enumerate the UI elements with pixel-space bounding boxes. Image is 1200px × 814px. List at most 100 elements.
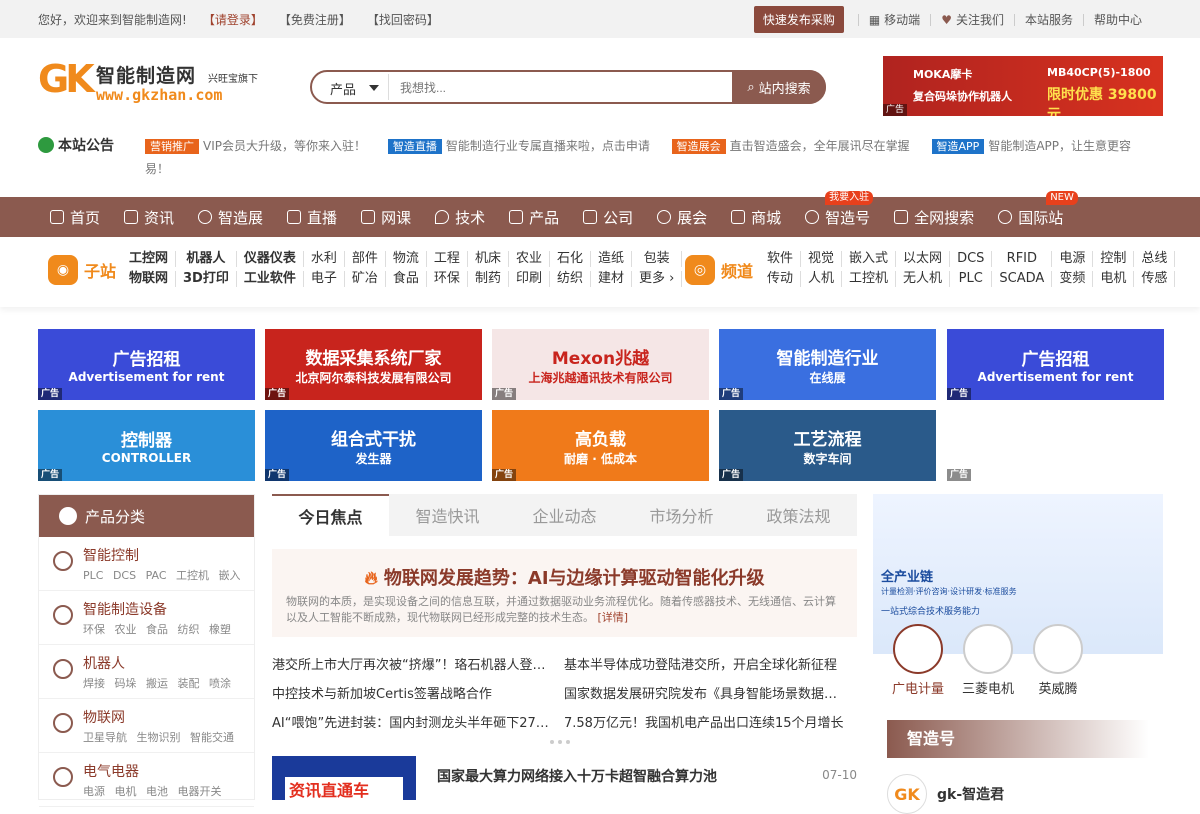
search-category-select[interactable]: 产品 bbox=[330, 79, 356, 98]
tab-policy[interactable]: 政策法规 bbox=[740, 494, 857, 536]
nav-company[interactable]: 公司 bbox=[583, 197, 633, 237]
ad-banner[interactable]: 广告招租 Advertisement for rent 广告 bbox=[947, 329, 1164, 400]
follow-link[interactable]: ♥ 关注我们 bbox=[930, 13, 1014, 26]
subnav-link[interactable]: 变频 bbox=[1052, 271, 1094, 287]
news-link[interactable]: 7.58万亿元！我国机电产品出口连续15个月增长 bbox=[564, 712, 856, 731]
ad-banner[interactable]: 高负载 耐磨 · 低成本 广告 bbox=[492, 410, 709, 481]
subnav-link[interactable]: 视觉 bbox=[801, 251, 843, 267]
subnav-link[interactable]: 仪器仪表 bbox=[237, 251, 304, 267]
news-link[interactable]: 基本半导体成功登陆港交所，开启全球化新征程 bbox=[564, 654, 856, 673]
category-item[interactable]: 电气电器 电源 电机 电池 电器开关 bbox=[39, 753, 254, 807]
nav-intl[interactable]: 国际站 NEW bbox=[998, 191, 1078, 237]
notice-item[interactable]: 营销推广 VIP会员大升级，等你来入驻！ bbox=[145, 139, 366, 154]
subnav-link[interactable]: 工控网 bbox=[122, 251, 177, 267]
ad-banner[interactable]: 工艺流程 数字车间 广告 bbox=[719, 410, 936, 481]
subnav-link[interactable]: 石化 bbox=[550, 251, 591, 267]
category-item[interactable]: 机器人 焊接 码垛 搬运 装配 喷涂 bbox=[39, 645, 254, 699]
service-link[interactable]: 本站服务 bbox=[1013, 13, 1083, 26]
subnav-link[interactable]: DCS bbox=[950, 251, 993, 267]
nav-course[interactable]: 网课 bbox=[361, 197, 411, 237]
category-item[interactable]: 物联网 卫星导航 生物识别 智能交通 bbox=[39, 699, 254, 753]
subnav-link[interactable]: 印刷 bbox=[509, 271, 550, 287]
brand-item[interactable]: 三菱电机 bbox=[961, 624, 1015, 697]
nav-live[interactable]: 直播 bbox=[287, 197, 337, 237]
tab-market[interactable]: 市场分析 bbox=[623, 494, 740, 536]
login-link[interactable]: 【请登录】 bbox=[203, 11, 263, 28]
ad-banner[interactable]: 数据采集系统厂家 北京阿尔泰科技发展有限公司 广告 bbox=[265, 329, 482, 400]
chevron-down-icon[interactable] bbox=[369, 85, 379, 91]
subnav-link[interactable]: 建材 bbox=[591, 271, 632, 287]
news-link[interactable]: 中控技术与新加坡Certis签署战略合作 bbox=[272, 683, 564, 702]
news-link[interactable]: AI“喂饱”先进封装：国内封测龙头半年砸下27亿元 bbox=[272, 712, 564, 731]
tab-focus[interactable]: 今日焦点 bbox=[272, 494, 389, 536]
subnav-link[interactable]: 总线 bbox=[1134, 251, 1176, 267]
subnav-link[interactable]: 传感 bbox=[1134, 271, 1176, 287]
subnav-link[interactable]: 农业 bbox=[509, 251, 550, 267]
subnav-link[interactable]: 电子 bbox=[304, 271, 345, 287]
category-item[interactable]: 智能控制 PLC DCS PAC 工控机 嵌入 bbox=[39, 537, 254, 591]
ad-banner[interactable]: 广告招租 Advertisement for rent 广告 bbox=[38, 329, 255, 400]
notice-item[interactable]: 智造展会 直击智造盛会，全年展讯尽在掌握 bbox=[671, 139, 910, 154]
forgot-password-link[interactable]: 【找回密码】 bbox=[367, 11, 439, 28]
ad-banner[interactable]: Mexon兆越 上海兆越通讯技术有限公司 广告 bbox=[492, 329, 709, 400]
news-link[interactable]: 国家数据发展研究院发布《具身智能场景数据集》 bbox=[564, 683, 856, 702]
nav-product[interactable]: 产品 bbox=[509, 197, 559, 237]
subnav-link[interactable]: 电机 bbox=[1093, 271, 1135, 287]
subnav-link[interactable]: 食品 bbox=[386, 271, 427, 287]
subnav-link[interactable]: 嵌入式 bbox=[842, 251, 897, 267]
subnav-link[interactable]: RFID bbox=[992, 251, 1053, 267]
nav-search[interactable]: 全网搜索 bbox=[894, 197, 974, 237]
subnav-link[interactable]: 水利 bbox=[304, 251, 345, 267]
subnav-link[interactable]: 3D打印 bbox=[176, 271, 237, 287]
subnav-link[interactable]: 造纸 bbox=[591, 251, 632, 267]
brand-item[interactable]: 英威腾 bbox=[1031, 624, 1085, 697]
site-logo[interactable]: GK 智能制造网 兴旺宝旗下 www.gkzhan.com bbox=[38, 57, 268, 107]
subnav-link[interactable]: 物联网 bbox=[122, 271, 177, 287]
nav-expo[interactable]: 智造展 bbox=[198, 197, 263, 237]
subnav-link[interactable]: SCADA bbox=[992, 271, 1053, 287]
subnav-link[interactable]: 电源 bbox=[1052, 251, 1094, 267]
mobile-link[interactable]: ▦ 移动端 bbox=[857, 13, 930, 26]
subnav-link[interactable]: 工控机 bbox=[842, 271, 897, 287]
subnav-link[interactable]: 软件 bbox=[760, 251, 802, 267]
subnav-link[interactable]: 包装 bbox=[632, 251, 683, 267]
subnav-link[interactable]: 机器人 bbox=[176, 251, 237, 267]
subnav-link[interactable]: 物流 bbox=[386, 251, 427, 267]
brand-item[interactable]: 广电计量 bbox=[891, 624, 945, 697]
subnav-link[interactable]: 控制 bbox=[1093, 251, 1135, 267]
subnav-link[interactable]: 人机 bbox=[801, 271, 843, 287]
ad-banner[interactable]: 广告 bbox=[947, 410, 1164, 481]
category-item[interactable]: 智能制造设备 环保 农业 食品 纺织 橡塑 bbox=[39, 591, 254, 645]
subnav-link[interactable]: 工业软件 bbox=[237, 271, 304, 287]
publish-purchase-button[interactable]: 快速发布采购 bbox=[753, 6, 844, 33]
tab-flash[interactable]: 智造快讯 bbox=[389, 494, 506, 536]
tab-company[interactable]: 企业动态 bbox=[506, 494, 623, 536]
account-item[interactable]: GK gk-智造君 bbox=[887, 774, 1004, 814]
subnav-link[interactable]: 制药 bbox=[468, 271, 509, 287]
search-button[interactable]: ⌕ 站内搜索 bbox=[732, 70, 826, 104]
subnav-link[interactable]: 以太网 bbox=[896, 251, 951, 267]
headline-title[interactable]: 🔥︎ 物联网发展趋势：AI与边缘计算驱动智能化升级 bbox=[272, 564, 857, 590]
help-link[interactable]: 帮助中心 bbox=[1082, 13, 1152, 26]
subnav-link[interactable]: 机床 bbox=[468, 251, 509, 267]
subnav-link[interactable]: 无人机 bbox=[896, 271, 951, 287]
subnav-link[interactable]: PLC bbox=[950, 271, 993, 287]
news-link[interactable]: 港交所上市大厅再次被“挤爆”！珞石机器人登陆港交所 bbox=[272, 654, 564, 673]
nav-home[interactable]: 首页 bbox=[50, 197, 100, 237]
subnav-link[interactable]: 矿冶 bbox=[345, 271, 386, 287]
ad-banner[interactable]: 组合式干扰 发生器 广告 bbox=[265, 410, 482, 481]
carousel-dots[interactable] bbox=[550, 740, 570, 744]
ad-banner[interactable]: 控制器 CONTROLLER 广告 bbox=[38, 410, 255, 481]
ad-banner[interactable]: 智能制造行业 在线展 广告 bbox=[719, 329, 936, 400]
nav-mall[interactable]: 商城 bbox=[731, 197, 781, 237]
notice-item[interactable]: 智造直播 智能制造行业专属直播来啦，点击申请 bbox=[387, 139, 650, 154]
nav-news[interactable]: 资讯 bbox=[124, 197, 174, 237]
featured-news[interactable]: 资讯直通车 国家最大算力网络接入十万卡超智融合算力池 07-10 bbox=[272, 756, 857, 803]
nav-exhibition[interactable]: 展会 bbox=[657, 197, 707, 237]
nav-zzh[interactable]: 智造号 我要入驻 bbox=[805, 191, 874, 237]
nav-tech[interactable]: 技术 bbox=[435, 197, 485, 237]
headline-more-link[interactable]: [详情] bbox=[598, 611, 629, 624]
subnav-link[interactable]: 工程 bbox=[427, 251, 468, 267]
top-banner-ad[interactable]: MOKA摩卡 复合码垛协作机器人 MB40CP(5)-1800 限时优惠 398… bbox=[883, 56, 1163, 116]
subnav-link[interactable]: 部件 bbox=[345, 251, 386, 267]
